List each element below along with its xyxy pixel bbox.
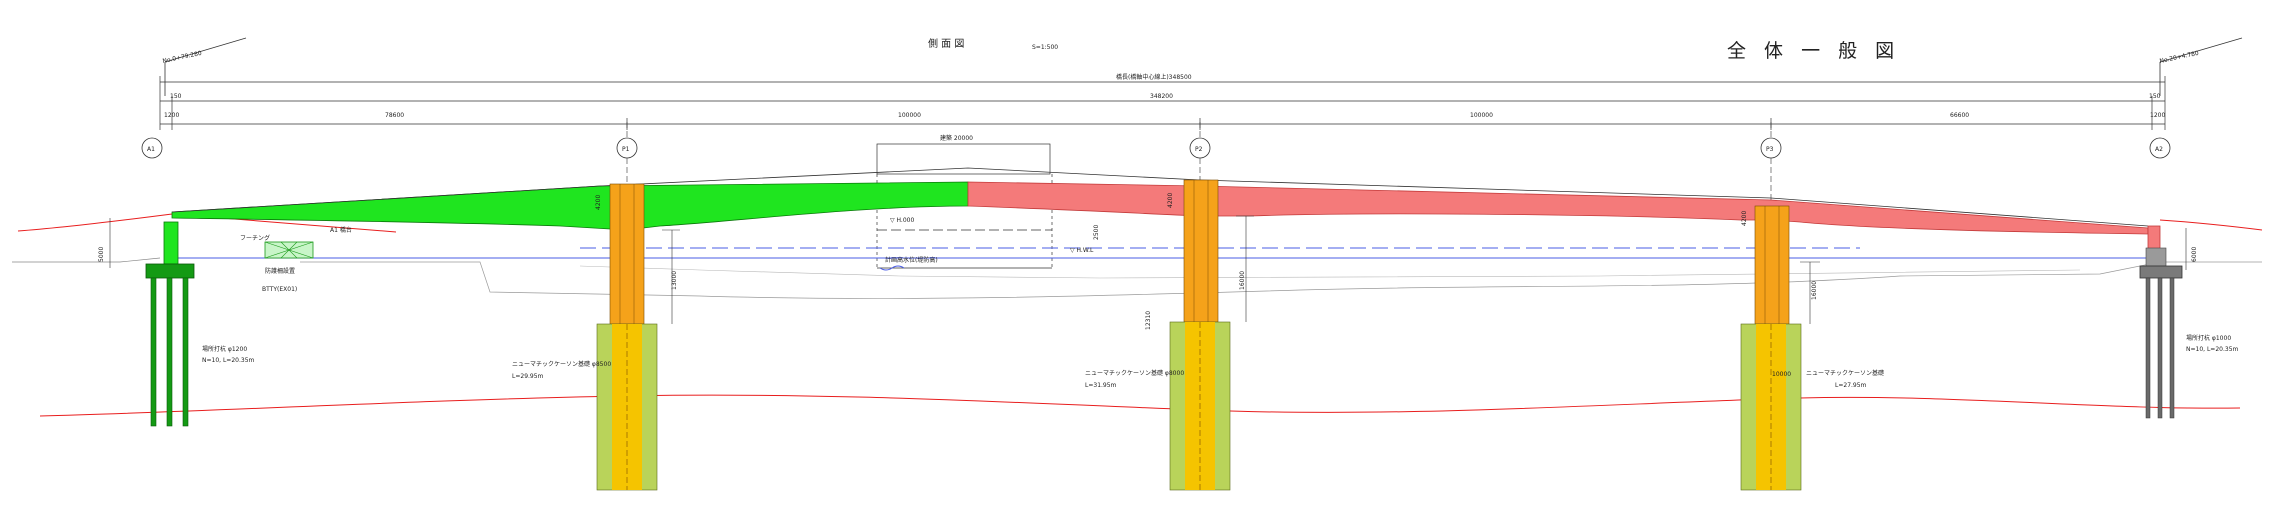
- dimension-chain: [159, 76, 2166, 130]
- bridge-general-drawing: 側 面 図 S=1:500 全 体 一 般 図 No.0+79.280 No.2…: [12, 37, 2263, 491]
- girder-h-p2: 4200: [1167, 193, 1174, 208]
- girder-mid-height: 2500: [1093, 225, 1100, 240]
- pile-a1-label: 場所打杭 φ1200: [202, 345, 247, 353]
- red-girder-segment: [967, 181, 2149, 235]
- pier-h-p3: 16000: [1811, 281, 1818, 300]
- a1-height: 5000: [98, 247, 105, 262]
- girder-h-p1: 4200: [595, 195, 602, 210]
- station-end-label: No.20+4.780: [2159, 50, 2200, 65]
- pile-a2-detail: N=10, L=20.35m: [2186, 346, 2239, 353]
- pier-P2: [1169, 179, 1231, 491]
- pier-P1: [596, 183, 658, 491]
- right-small-label: 1200: [2150, 112, 2165, 119]
- abutment-A2: [2139, 225, 2187, 419]
- right-end-label: 150: [2149, 93, 2161, 100]
- view-title: 側 面 図: [928, 37, 964, 50]
- water-lines: [175, 247, 2160, 271]
- a2-height: 6000: [2191, 247, 2198, 262]
- p3-width: 10000: [1772, 371, 1791, 378]
- fence-label: 防護柵設置: [265, 267, 295, 275]
- abutment-A1: [109, 218, 195, 427]
- left-small-label: 1200: [164, 112, 179, 119]
- girder-h-p3: 4200: [1741, 211, 1748, 226]
- river-note: 計画高水位(堤防高): [885, 256, 938, 264]
- support-P3: P3: [1766, 146, 1774, 153]
- caisson-p2-detail: L=31.95m: [1085, 382, 1117, 389]
- caisson-p3-label: ニューマチックケーソン基礎: [1806, 369, 1884, 377]
- hwl-label: ▽ H.W.L: [1070, 247, 1094, 254]
- span-total-label: 348200: [1150, 93, 1173, 100]
- span3-label: 100000: [1470, 112, 1493, 119]
- ground-lines: [12, 213, 2263, 417]
- station-start: No.0+79.280: [162, 37, 247, 96]
- a1-mark: A1 橋台: [330, 226, 352, 234]
- support-A2: A2: [2155, 146, 2163, 153]
- total-length-label: 橋長(橋軸中心線上)348500: [1116, 73, 1192, 81]
- left-end-label: 150: [170, 93, 182, 100]
- caisson-p1-label: ニューマチックケーソン基礎 φ8500: [512, 360, 611, 368]
- caisson-p1-detail: L=29.95m: [512, 373, 544, 380]
- green-girder-segment: [171, 181, 969, 231]
- station-start-label: No.0+79.280: [162, 50, 203, 65]
- pile-a2-label: 場所打杭 φ1000: [2186, 334, 2231, 342]
- water-level-label: ▽ H.000: [890, 217, 914, 224]
- support-A1: A1: [147, 146, 155, 153]
- scale-label: S=1:500: [1032, 44, 1058, 51]
- span2-label: 100000: [898, 112, 921, 119]
- span4-label: 66600: [1950, 112, 1969, 119]
- support-bubbles: [141, 137, 2171, 159]
- pier-h-p2: 16000: [1239, 271, 1246, 290]
- pier-P3: [1740, 205, 1802, 491]
- station-end: No.20+4.780: [2159, 37, 2243, 96]
- drawing-title: 全 体 一 般 図: [1727, 40, 1900, 62]
- caisson-p3-detail: L=27.95m: [1835, 382, 1867, 389]
- span1-label: 78600: [385, 112, 404, 119]
- a1-footing-note: フーチング: [240, 234, 270, 242]
- support-P2: P2: [1195, 146, 1203, 153]
- clearance-label: 建築 20000: [940, 134, 973, 142]
- p2-dim: 12310: [1145, 311, 1152, 330]
- a1-mark-b: BTTY(EX01): [262, 286, 297, 293]
- support-P1: P1: [622, 146, 630, 153]
- pile-a1-detail: N=10, L=20.35m: [202, 357, 255, 364]
- caisson-p2-label: ニューマチックケーソン基礎 φ8000: [1085, 369, 1184, 377]
